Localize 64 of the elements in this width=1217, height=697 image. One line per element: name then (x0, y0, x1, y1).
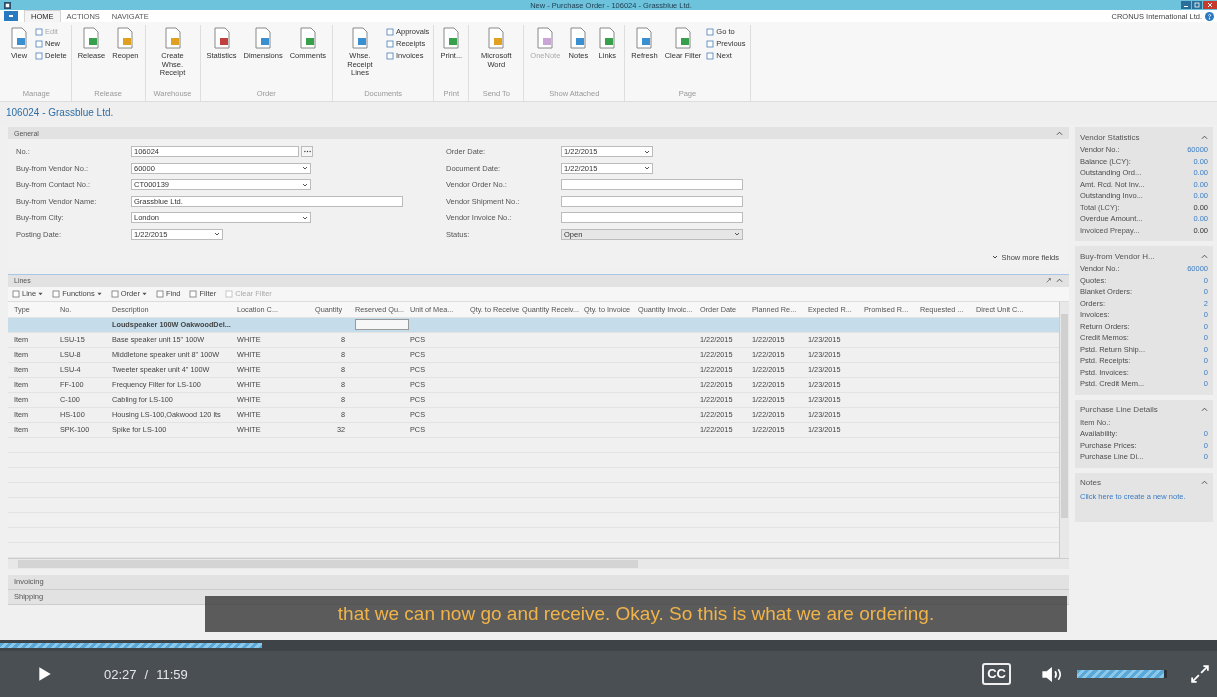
factbox-title: Buy-from Vendor H... (1080, 251, 1155, 261)
subtitle-caption: that we can now go and receive. Okay. So this is what we are ordering. (205, 596, 1067, 632)
document-icon (297, 27, 318, 49)
fullscreen-icon[interactable] (1191, 665, 1209, 683)
dropdown-icon (38, 291, 44, 296)
minimize-icon[interactable] (1181, 1, 1191, 9)
expand-icon[interactable] (1045, 278, 1052, 283)
toolbar-icon (155, 289, 164, 298)
document-icon (597, 27, 618, 49)
ellipsis-icon (303, 150, 311, 153)
maximize-icon[interactable] (1192, 1, 1202, 9)
play-icon[interactable] (38, 666, 52, 682)
input-field[interactable] (561, 179, 743, 190)
factbox-title: Purchase Line Details (1080, 405, 1158, 414)
document-icon (9, 27, 29, 49)
dropdown-icon (141, 291, 147, 296)
collapse-icon[interactable] (1201, 480, 1208, 485)
dropdown-icon (214, 232, 220, 236)
dropdown-icon (96, 291, 102, 296)
document-icon (535, 27, 556, 49)
document-icon (349, 27, 370, 49)
closed-captions-button[interactable]: CC (982, 663, 1011, 685)
document-icon (81, 27, 102, 49)
toolbar-icon (225, 289, 234, 298)
duration: 11:59 (156, 666, 188, 682)
document-icon (115, 27, 136, 49)
chevron-down-icon (992, 255, 999, 259)
document-icon (486, 27, 507, 49)
dropdown-icon (302, 166, 308, 170)
collapse-icon (1056, 130, 1063, 136)
document-icon (441, 27, 462, 49)
collapse-icon[interactable] (1201, 134, 1208, 140)
toolbar-icon (110, 289, 119, 298)
factbox-title: Vendor Statistics (1080, 132, 1140, 142)
lookup-button[interactable] (301, 146, 313, 157)
horizontal-scrollbar[interactable] (8, 557, 1069, 569)
dropdown-icon (302, 182, 308, 187)
document-icon (634, 27, 655, 49)
dropdown-icon (644, 166, 650, 170)
document-icon (568, 27, 589, 49)
factbox-title: Notes (1080, 478, 1101, 487)
input-field[interactable] (561, 195, 743, 207)
close-icon[interactable] (1203, 1, 1217, 9)
toolbar-icon (52, 289, 61, 298)
application-menu-icon[interactable] (4, 11, 18, 21)
document-icon (211, 27, 232, 49)
toolbar-icon (189, 289, 198, 298)
cell-input-field[interactable] (355, 319, 409, 330)
collapse-icon (1056, 278, 1063, 283)
document-icon (162, 27, 183, 49)
toolbar-icon (12, 289, 20, 298)
dropdown-icon (734, 232, 740, 236)
time-separator: / (144, 666, 149, 682)
input-field[interactable] (561, 212, 743, 223)
document-icon (253, 27, 274, 49)
help-icon[interactable] (1205, 11, 1214, 21)
dropdown-icon (644, 149, 650, 154)
collapse-icon[interactable] (1201, 407, 1208, 412)
progress-track[interactable] (0, 640, 1217, 651)
collapse-icon[interactable] (1201, 253, 1208, 259)
dropdown-icon (302, 215, 308, 220)
vertical-scrollbar[interactable] (1059, 301, 1069, 558)
current-time: 02:27 (104, 666, 137, 682)
document-icon (672, 27, 693, 49)
